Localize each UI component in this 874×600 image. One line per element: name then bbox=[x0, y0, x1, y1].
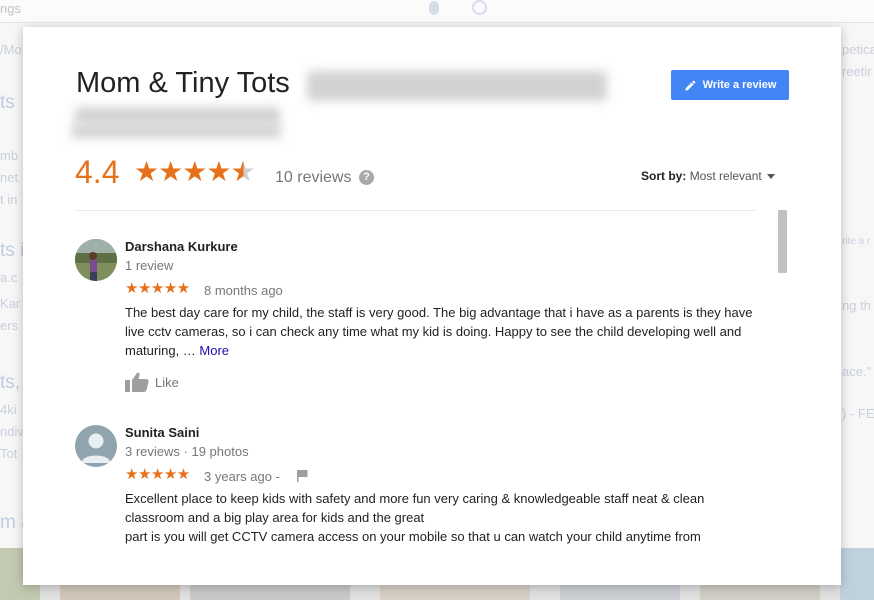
reviewer-photo bbox=[75, 239, 117, 281]
star-icon: ★ bbox=[134, 156, 159, 187]
flag-icon[interactable] bbox=[297, 470, 308, 482]
background-search-bar: ngs bbox=[0, 0, 874, 23]
background-fragment: ng th bbox=[842, 298, 871, 313]
background-fragment: ) - FE bbox=[842, 406, 874, 421]
search-icon bbox=[472, 0, 487, 15]
divider bbox=[74, 210, 757, 211]
reviewer-name[interactable]: Sunita Saini bbox=[125, 425, 199, 440]
background-fragment: net bbox=[0, 170, 19, 185]
background-fragment: 4ki bbox=[0, 402, 17, 417]
background-fragment: ers bbox=[0, 318, 19, 333]
sort-dropdown[interactable]: Most relevant bbox=[690, 169, 775, 183]
review-time: 3 years ago - bbox=[204, 469, 280, 484]
review-text-line: Excellent place to keep kids with safety… bbox=[125, 491, 705, 506]
help-icon[interactable]: ? bbox=[359, 170, 374, 185]
review-item: Sunita Saini 3 reviews · 19 photos ★★★★★… bbox=[75, 425, 765, 565]
background-fragment: ts i bbox=[0, 240, 25, 261]
redacted-subtitle bbox=[71, 124, 281, 138]
write-review-label: Write a review bbox=[702, 79, 777, 91]
reviews-dialog: Mom & Tiny Tots Write a review 4.4 ★★★★★… bbox=[23, 27, 841, 585]
review-stars: ★★★★★ bbox=[125, 280, 190, 297]
redacted-title-suffix bbox=[307, 71, 607, 101]
review-text-line: classroom and a big play area for kids a… bbox=[125, 510, 425, 525]
like-label: Like bbox=[155, 374, 179, 390]
avatar-icon[interactable] bbox=[75, 425, 117, 467]
reviewer-name[interactable]: Darshana Kurkure bbox=[125, 239, 238, 254]
background-fragment: a.c bbox=[0, 270, 18, 285]
reviewer-meta: 1 review bbox=[125, 258, 174, 273]
sort-label: Sort by: bbox=[641, 169, 687, 183]
review-text: The best day care for my child, the staf… bbox=[125, 303, 765, 360]
half-star-icon: ★ bbox=[230, 156, 255, 187]
rating-stars: ★★★★★ bbox=[134, 156, 256, 187]
more-link[interactable]: More bbox=[199, 343, 229, 358]
background-fragment: petica bbox=[842, 42, 874, 57]
background-fragment: /Mo bbox=[0, 42, 22, 57]
thumbs-up-icon bbox=[125, 372, 149, 392]
default-avatar bbox=[75, 425, 117, 467]
sort-value: Most relevant bbox=[689, 169, 762, 183]
background-fragment: Kar bbox=[0, 296, 21, 311]
write-review-button[interactable]: Write a review bbox=[671, 70, 789, 100]
like-button[interactable]: Like bbox=[125, 372, 179, 392]
scrollbar-thumb[interactable] bbox=[778, 210, 787, 273]
reviews-count: 10 reviews bbox=[275, 169, 352, 186]
background-fragment: ace." bbox=[842, 364, 872, 379]
review-time: 8 months ago bbox=[204, 283, 283, 298]
star-icon: ★ bbox=[182, 156, 207, 187]
background-fragment: t in bbox=[0, 192, 18, 207]
sort-control[interactable]: Sort by: Most relevant bbox=[641, 169, 775, 183]
star-icon: ★ bbox=[206, 156, 231, 187]
pencil-icon bbox=[685, 80, 695, 90]
review-text-line: part is you will get CCTV camera access … bbox=[125, 529, 701, 544]
background-fragment: Tot bbox=[0, 446, 18, 461]
star-icon: ★ bbox=[158, 156, 183, 187]
reviewer-meta: 3 reviews · 19 photos bbox=[125, 444, 249, 459]
review-item: Darshana Kurkure 1 review ★★★★★ 8 months… bbox=[75, 239, 765, 399]
rating-score: 4.4 bbox=[75, 154, 120, 190]
business-title: Mom & Tiny Tots bbox=[76, 67, 290, 99]
background-fragment: ts, bbox=[0, 372, 21, 393]
chevron-down-icon bbox=[766, 174, 775, 180]
background-fragment: ndiv bbox=[0, 424, 24, 439]
avatar[interactable] bbox=[75, 239, 117, 281]
review-text: Excellent place to keep kids with safety… bbox=[125, 489, 765, 546]
background-fragment: ts bbox=[0, 92, 15, 113]
background-fragment: reetir bbox=[842, 64, 872, 79]
redacted-subtitle bbox=[75, 107, 280, 125]
microphone-icon bbox=[429, 1, 439, 15]
background-fragment: mb bbox=[0, 148, 19, 163]
review-stars: ★★★★★ bbox=[125, 466, 190, 483]
background-search-text: ngs bbox=[0, 1, 21, 16]
background-fragment: rite a r bbox=[842, 236, 871, 247]
